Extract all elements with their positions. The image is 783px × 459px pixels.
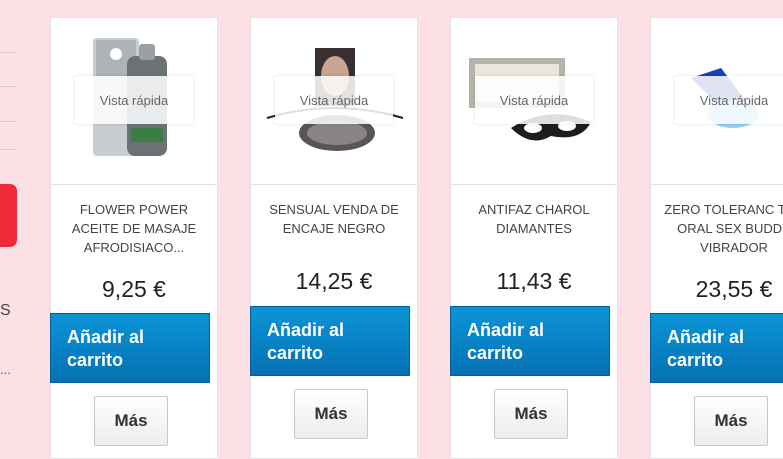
quick-view-button[interactable]: Vista rápida: [275, 76, 393, 124]
product-image[interactable]: Vista rápida: [51, 18, 217, 185]
left-sidebar: S ...: [0, 0, 20, 441]
product-price: 14,25 €: [295, 268, 373, 294]
product-name[interactable]: FLOWER POWER ACEITE DE MASAJE AFRODISIAC…: [59, 200, 209, 257]
product-name[interactable]: ZERO TOLERANC THE ORAL SEX BUDDY VIBRADO…: [659, 200, 783, 257]
product-name[interactable]: ANTIFAZ CHAROL DIAMANTES: [459, 200, 609, 238]
product-price: 23,55 €: [695, 276, 773, 302]
quick-view-button[interactable]: Vista rápida: [475, 76, 593, 124]
add-to-cart-button[interactable]: Añadir al carrito: [650, 313, 783, 383]
sidebar-red-badge[interactable]: [0, 184, 17, 247]
product-card: Vista rápida FLOWER POWER ACEITE DE MASA…: [50, 17, 218, 459]
quick-view-button[interactable]: Vista rápida: [675, 76, 783, 124]
add-to-cart-button[interactable]: Añadir al carrito: [450, 306, 610, 376]
product-price: 9,25 €: [102, 276, 166, 302]
product-card: Vista rápida ZERO TOLERANC THE ORAL SEX …: [650, 17, 783, 459]
more-button[interactable]: Más: [494, 389, 568, 439]
more-button[interactable]: Más: [294, 389, 368, 439]
divider: [0, 86, 16, 87]
product-image[interactable]: Vista rápida: [451, 18, 617, 185]
product-card: Vista rápida ANTIFAZ CHAROL DIAMANTES 11…: [450, 17, 618, 459]
product-name[interactable]: SENSUAL VENDA DE ENCAJE NEGRO: [259, 200, 409, 238]
quick-view-button[interactable]: Vista rápida: [75, 76, 193, 124]
divider: [0, 149, 16, 150]
product-image[interactable]: Vista rápida: [651, 18, 783, 185]
more-button[interactable]: Más: [694, 396, 768, 446]
more-button[interactable]: Más: [94, 396, 168, 446]
divider: [0, 52, 16, 53]
add-to-cart-button[interactable]: Añadir al carrito: [250, 306, 410, 376]
product-image[interactable]: Vista rápida: [251, 18, 417, 185]
sidebar-partial-ellipsis: ...: [0, 362, 11, 377]
sidebar-partial-text: S: [0, 302, 11, 319]
product-card: Vista rápida SENSUAL VENDA DE ENCAJE NEG…: [250, 17, 418, 459]
divider: [0, 121, 16, 122]
product-price: 11,43 €: [496, 268, 572, 294]
add-to-cart-button[interactable]: Añadir al carrito: [50, 313, 210, 383]
